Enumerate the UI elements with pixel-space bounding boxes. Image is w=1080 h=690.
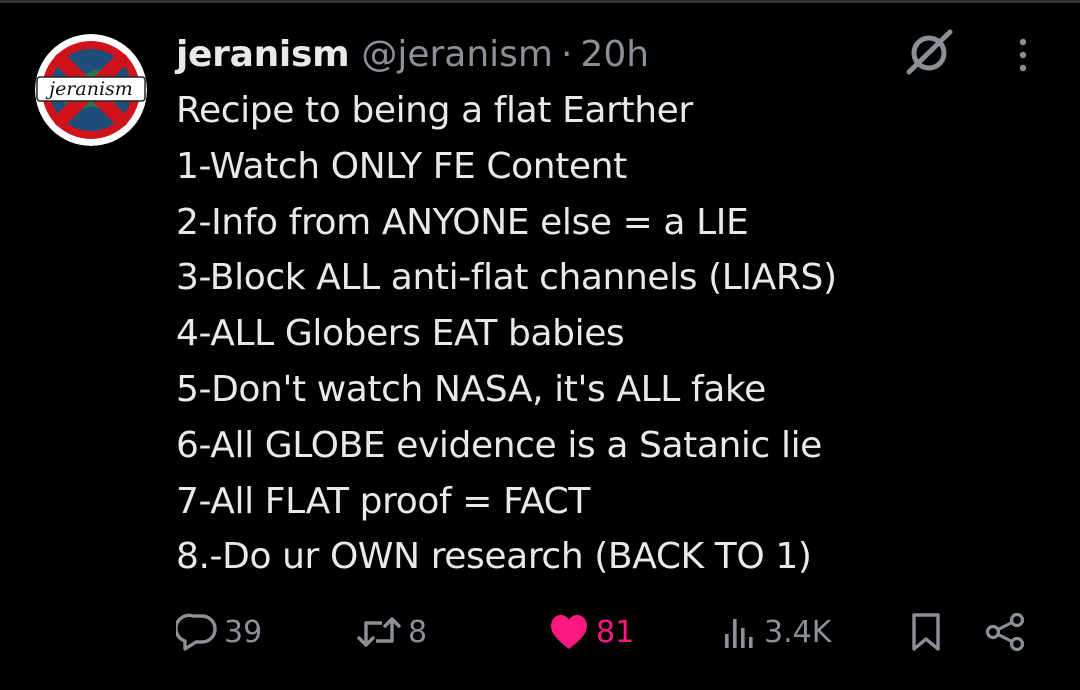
tweet-line: 6-All GLOBE evidence is a Satanic lie [176, 424, 822, 466]
like-count: 81 [596, 614, 635, 650]
tweet-line: 4-ALL Globers EAT babies [176, 313, 625, 355]
reply-button[interactable]: 39 [176, 610, 262, 654]
reply-icon [176, 613, 217, 651]
views-button[interactable]: 3.4K [722, 610, 831, 654]
bookmark-icon [912, 613, 940, 651]
action-bar: 39 8 81 3.4K [0, 600, 1080, 664]
share-icon [985, 612, 1025, 652]
user-handle[interactable]: @jeranism [361, 30, 553, 80]
tweet-line: 8.-Do ur OWN research (BACK TO 1) [176, 536, 812, 578]
tweet-line: 3-Block ALL anti-flat channels (LIARS) [176, 257, 837, 299]
avatar[interactable]: jeranism [35, 34, 147, 146]
more-icon[interactable] [1010, 36, 1036, 76]
views-count: 3.4K [764, 614, 832, 650]
tweet-line: 7-All FLAT proof = FACT [176, 480, 590, 522]
tweet-header: jeranism @jeranism · 20h [176, 30, 649, 80]
share-button[interactable] [984, 610, 1026, 654]
bookmark-button[interactable] [908, 610, 944, 654]
tweet-line: 2-Info from ANYONE else = a LIE [176, 201, 749, 243]
top-divider [0, 0, 1080, 3]
tweet-line: 5-Don't watch NASA, it's ALL fake [176, 368, 766, 410]
tweet-text: Recipe to being a flat Earther 1-Watch O… [176, 83, 1056, 585]
repost-button[interactable]: 8 [356, 610, 427, 654]
timestamp[interactable]: 20h [580, 30, 649, 80]
display-name[interactable]: jeranism [176, 30, 350, 80]
reply-count: 39 [224, 614, 263, 650]
repost-icon [357, 617, 401, 647]
separator-dot: · [560, 34, 573, 75]
grok-icon[interactable] [904, 28, 956, 76]
heart-icon [551, 615, 587, 649]
avatar-label: jeranism [45, 78, 133, 100]
tweet-line: 1-Watch ONLY FE Content [176, 145, 627, 187]
tweet-line: Recipe to being a flat Earther [176, 90, 693, 131]
like-button[interactable]: 81 [548, 610, 634, 654]
repost-count: 8 [408, 614, 428, 650]
views-icon [725, 619, 753, 648]
